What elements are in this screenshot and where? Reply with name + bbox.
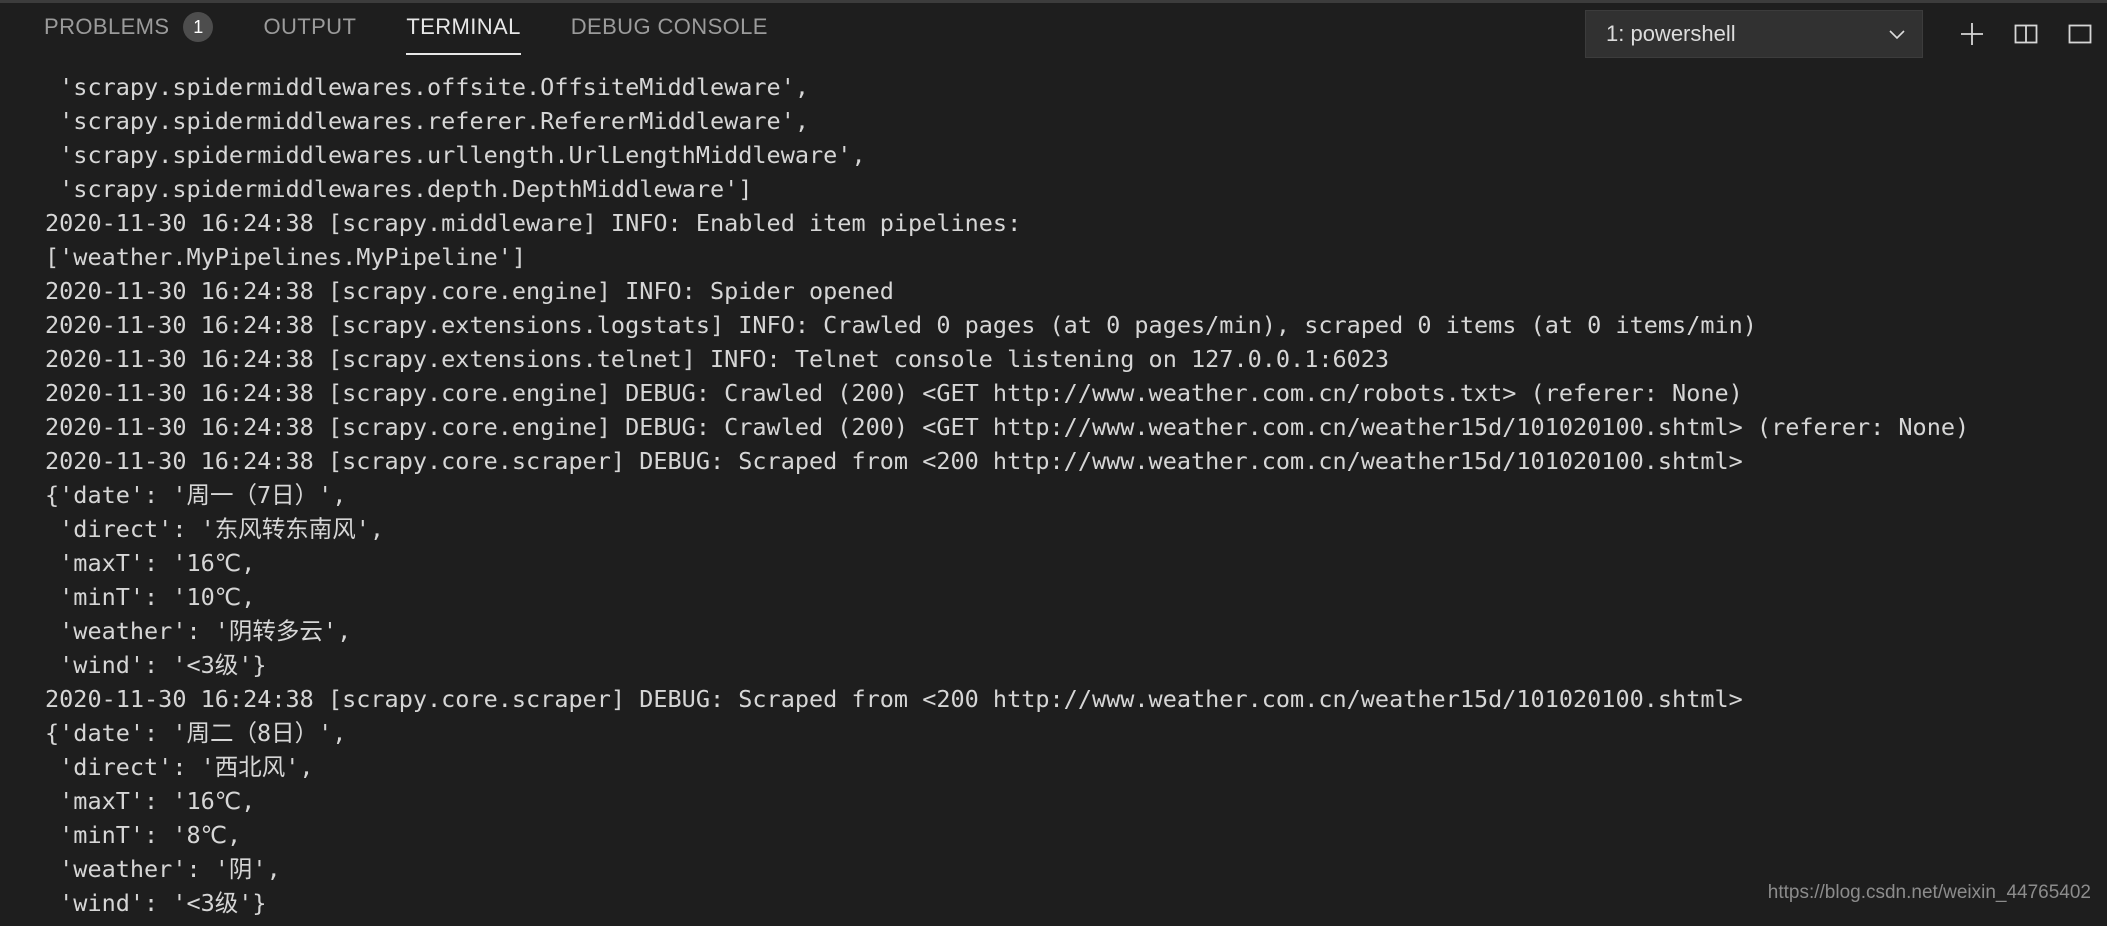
terminal-line: 2020-11-30 16:24:38 [scrapy.core.scraper… (45, 447, 1743, 475)
terminal-line: 2020-11-30 16:24:38 [scrapy.core.engine]… (45, 277, 894, 305)
terminal-line: 2020-11-30 16:24:38 [scrapy.core.engine]… (45, 379, 1743, 407)
vscode-panel: PROBLEMS 1 OUTPUT TERMINAL DEBUG CONSOLE 1: … (0, 0, 2107, 926)
panel-tab-label: OUTPUT (263, 14, 357, 39)
terminal-line: 'scrapy.spidermiddlewares.referer.Refere… (45, 107, 810, 135)
watermark: https://blog.csdn.net/weixin_44765402 (1767, 882, 2091, 903)
terminal-output[interactable]: 'scrapy.spidermiddlewares.offsite.Offsit… (0, 65, 2107, 926)
partial-icon (2067, 10, 2093, 58)
panel-tab-label: PROBLEMS (44, 14, 170, 39)
terminal-line: 'minT': '8℃, (45, 821, 242, 849)
terminal-line: 2020-11-30 16:24:38 [scrapy.core.scraper… (45, 685, 1743, 713)
problems-count-badge: 1 (183, 12, 214, 42)
chevron-down-icon (1886, 23, 1908, 45)
panel-overflow-button[interactable] (2053, 10, 2107, 58)
terminal-line: 'direct': '东风转东南风', (45, 515, 385, 543)
plus-icon (1957, 19, 1987, 49)
panel-tab-terminal[interactable]: TERMINAL (390, 3, 536, 55)
terminal-line: 'scrapy.spidermiddlewares.depth.DepthMid… (45, 175, 753, 203)
panel-tab-output[interactable]: OUTPUT (247, 3, 372, 51)
terminal-line: 'maxT': '16℃, (45, 549, 256, 577)
active-tab-underline (406, 53, 521, 55)
terminal-line: 'minT': '10℃, (45, 583, 256, 611)
terminal-line: {'date': '周二（8日）', (45, 719, 347, 747)
terminal-line: 2020-11-30 16:24:38 [scrapy.core.engine]… (45, 413, 1970, 441)
terminal-line: 2020-11-30 16:24:38 [scrapy.extensions.t… (45, 345, 1390, 373)
panel-tab-list: PROBLEMS 1 OUTPUT TERMINAL DEBUG CONSOLE (0, 3, 802, 65)
panel-header-actions: 1: powershell (1585, 3, 2107, 65)
terminal-line: ['weather.MyPipelines.MyPipeline'] (45, 243, 527, 271)
terminal-line: 'direct': '西北风', (45, 753, 314, 781)
terminal-line: 'weather': '阴', (45, 855, 281, 883)
split-terminal-button[interactable] (1999, 10, 2053, 58)
terminal-line: 'maxT': '16℃, (45, 787, 256, 815)
panel-tab-label: TERMINAL (406, 14, 521, 39)
terminal-line: 2020-11-30 16:24:38 [scrapy.middleware] … (45, 209, 1022, 237)
panel-tab-debug-console[interactable]: DEBUG CONSOLE (555, 3, 784, 51)
terminal-line: {'date': '周一（7日）', (45, 481, 347, 509)
split-editor-icon (2013, 21, 2039, 47)
terminal-line: 'scrapy.spidermiddlewares.urllength.UrlL… (45, 141, 866, 169)
panel-tab-label: DEBUG CONSOLE (570, 14, 768, 39)
terminal-line: 'scrapy.spidermiddlewares.offsite.Offsit… (45, 73, 810, 101)
terminal-shell-selector-value: 1: powershell (1606, 21, 1736, 46)
terminal-line: 'wind': '<3级'} (45, 651, 267, 679)
terminal-shell-selector[interactable]: 1: powershell (1585, 10, 1923, 58)
panel-tab-problems[interactable]: PROBLEMS 1 (28, 3, 229, 51)
terminal-line: 2020-11-30 16:24:38 [scrapy.extensions.l… (45, 311, 1757, 339)
new-terminal-button[interactable] (1945, 10, 1999, 58)
terminal-line: 'weather': '阴转多云', (45, 617, 352, 645)
